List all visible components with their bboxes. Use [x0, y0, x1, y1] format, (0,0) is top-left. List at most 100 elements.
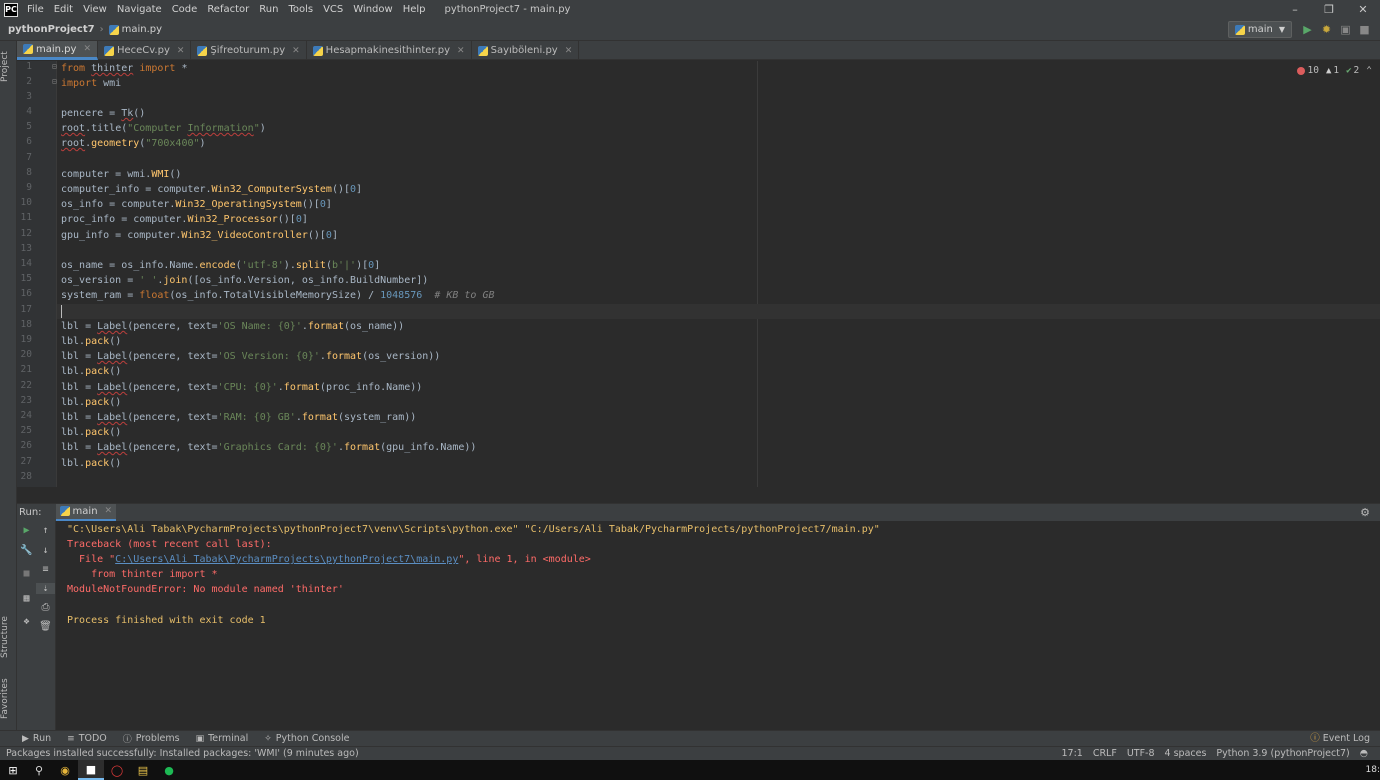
console-file-link[interactable]: C:\Users\Ali Tabak\PycharmProjects\pytho… — [115, 554, 458, 565]
run-configuration-select[interactable]: main ▼ — [1227, 21, 1292, 38]
inspection-widget[interactable]: 10 ▲ 1 ✔ 2 ⌃ — [1290, 65, 1372, 76]
structure-tool-tab[interactable]: Structure — [0, 611, 17, 663]
code-line: pencere = Tk() — [61, 108, 146, 119]
spotify-icon[interactable]: ● — [156, 760, 182, 780]
error-count-label: 10 — [1307, 65, 1319, 76]
line-number-gutter[interactable]: 1 2 3 4 5 6 7 8 9 10 11 12 13 14 15 16 1… — [17, 61, 57, 487]
folder-icon[interactable]: ▤ — [130, 760, 156, 780]
pin-icon[interactable]: ❖ — [17, 616, 36, 627]
print-icon[interactable]: ⎙ — [36, 602, 55, 613]
text-caret — [61, 305, 62, 318]
fold-marker-icon[interactable]: ⊟ — [52, 77, 57, 86]
layout-icon[interactable]: ▦ — [17, 593, 36, 604]
toolwindow-python-console[interactable]: ✧ Python Console — [256, 733, 357, 744]
toolwindow-run[interactable]: ▶ Run — [0, 733, 59, 744]
opera-icon[interactable]: ◯ — [104, 760, 130, 780]
arrow-up-icon[interactable]: ↑ — [36, 525, 55, 536]
stop-icon[interactable]: ■ — [1355, 21, 1374, 38]
line-number: 28 — [20, 471, 32, 482]
breadcrumb-file[interactable]: main.py — [122, 24, 162, 35]
menu-edit[interactable]: Edit — [49, 0, 78, 19]
fold-marker-icon[interactable]: ⊟ — [52, 62, 57, 71]
run-tab-main[interactable]: main ✕ — [55, 503, 117, 522]
event-log-button[interactable]: ⓘ Event Log — [1310, 731, 1370, 747]
debug-icon[interactable]: ✹ — [1317, 21, 1336, 38]
caret-position[interactable]: 17:1 — [1061, 747, 1082, 761]
toolwindow-todo[interactable]: ≡ TODO — [59, 733, 115, 744]
menu-refactor[interactable]: Refactor — [202, 0, 254, 19]
taskbar-clock[interactable]: 18: — [1366, 760, 1380, 780]
code-line: os_info = computer.Win32_OperatingSystem… — [61, 199, 332, 210]
wrench-icon[interactable]: 🔧 — [17, 545, 36, 556]
chrome-icon[interactable]: ◉ — [52, 760, 78, 780]
menu-tools[interactable]: Tools — [283, 0, 318, 19]
lock-icon[interactable]: ◓ — [1360, 747, 1368, 761]
python-file-icon — [312, 45, 323, 56]
file-encoding[interactable]: UTF-8 — [1127, 747, 1155, 761]
close-tab-icon[interactable]: ✕ — [292, 46, 300, 56]
line-number: 27 — [20, 456, 32, 467]
typo-count[interactable]: ✔ 2 — [1346, 65, 1359, 76]
line-number: 13 — [20, 243, 32, 254]
close-tab-icon[interactable]: ✕ — [105, 506, 113, 516]
tab-sifreoturum-py[interactable]: Şifreoturum.py ✕ — [191, 41, 307, 60]
scroll-to-end-icon[interactable]: ⇣ — [36, 583, 55, 594]
windows-start-icon[interactable]: ⊞ — [0, 760, 26, 780]
close-tab-icon[interactable]: ✕ — [177, 46, 185, 56]
error-count[interactable]: 10 — [1296, 65, 1319, 76]
menu-view[interactable]: View — [78, 0, 112, 19]
code-editor[interactable]: 1 2 3 4 5 6 7 8 9 10 11 12 13 14 15 16 1… — [17, 61, 1380, 487]
line-separator[interactable]: CRLF — [1093, 747, 1117, 761]
chevron-up-icon[interactable]: ⌃ — [1366, 65, 1372, 76]
menu-vcs[interactable]: VCS — [318, 0, 348, 19]
soft-wrap-icon[interactable]: ≡ — [36, 564, 55, 575]
coverage-icon[interactable]: ▣ — [1336, 21, 1355, 38]
run-console[interactable]: ▶ 🔧 ■ ▦ ❖ ↑ ↓ ≡ ⇣ ⎙ 🗑 "C:\Users\Ali Taba… — [17, 521, 1380, 730]
arrow-down-icon[interactable]: ↓ — [36, 545, 55, 556]
tab-main-py[interactable]: main.py ✕ — [17, 41, 98, 60]
menu-run[interactable]: Run — [254, 0, 283, 19]
tab-hececv-py[interactable]: HeceCv.py ✕ — [98, 41, 192, 60]
tab-sayiboleni-py[interactable]: Sayıböleni.py ✕ — [472, 41, 580, 60]
stop-icon[interactable]: ■ — [17, 568, 36, 579]
search-icon[interactable]: ⚲ — [26, 760, 52, 780]
code-line: lbl = Label(pencere, text='Graphics Card… — [61, 442, 477, 453]
menu-help[interactable]: Help — [398, 0, 431, 19]
python-file-icon — [23, 44, 33, 54]
restore-icon[interactable]: ❐ — [1312, 0, 1346, 19]
rerun-icon[interactable]: ▶ — [17, 525, 36, 536]
pycharm-taskbar-icon[interactable]: ■ — [78, 760, 104, 780]
toolwindow-problems[interactable]: ⓘ Problems — [115, 732, 188, 745]
python-file-icon — [108, 24, 119, 35]
code-line: os_version = ' '.join([os_info.Version, … — [61, 275, 429, 286]
menu-file[interactable]: File — [22, 0, 49, 19]
close-tab-icon[interactable]: ✕ — [565, 46, 573, 56]
menu-code[interactable]: Code — [167, 0, 203, 19]
trash-icon[interactable]: 🗑 — [36, 621, 55, 632]
code-line: computer_info = computer.Win32_ComputerS… — [61, 184, 363, 195]
breadcrumb-project[interactable]: pythonProject7 — [8, 24, 95, 35]
favorites-tool-tab[interactable]: Favorites — [0, 673, 17, 725]
close-tab-icon[interactable]: ✕ — [83, 44, 91, 54]
close-tab-icon[interactable]: ✕ — [457, 46, 465, 56]
menu-window[interactable]: Window — [348, 0, 397, 19]
project-tool-tab[interactable]: Project — [0, 47, 17, 87]
code-line: computer = wmi.WMI() — [61, 169, 182, 180]
tab-hesapmakinesithinter-py[interactable]: Hesapmakinesithinter.py ✕ — [307, 41, 472, 60]
tab-label: Hesapmakinesithinter.py — [325, 45, 451, 56]
typo-icon: ✔ — [1346, 65, 1352, 76]
warning-count[interactable]: ▲ 1 — [1326, 65, 1339, 76]
close-icon[interactable]: ✕ — [1346, 0, 1380, 19]
status-message[interactable]: Packages installed successfully: Install… — [0, 748, 359, 759]
run-icon[interactable]: ▶ — [1298, 21, 1317, 38]
indent-setting[interactable]: 4 spaces — [1165, 747, 1207, 761]
python-file-icon — [103, 45, 114, 56]
gear-icon[interactable]: ⚙ — [1360, 506, 1370, 519]
minimize-icon[interactable]: – — [1278, 0, 1312, 19]
line-number: 2 — [26, 76, 32, 87]
toolwindow-terminal[interactable]: ▣ Terminal — [188, 733, 257, 744]
python-interpreter[interactable]: Python 3.9 (pythonProject7) — [1216, 747, 1349, 761]
run-actions: ▶ ✹ ▣ ■ — [1298, 21, 1374, 38]
menu-navigate[interactable]: Navigate — [112, 0, 167, 19]
line-number: 19 — [20, 334, 32, 345]
